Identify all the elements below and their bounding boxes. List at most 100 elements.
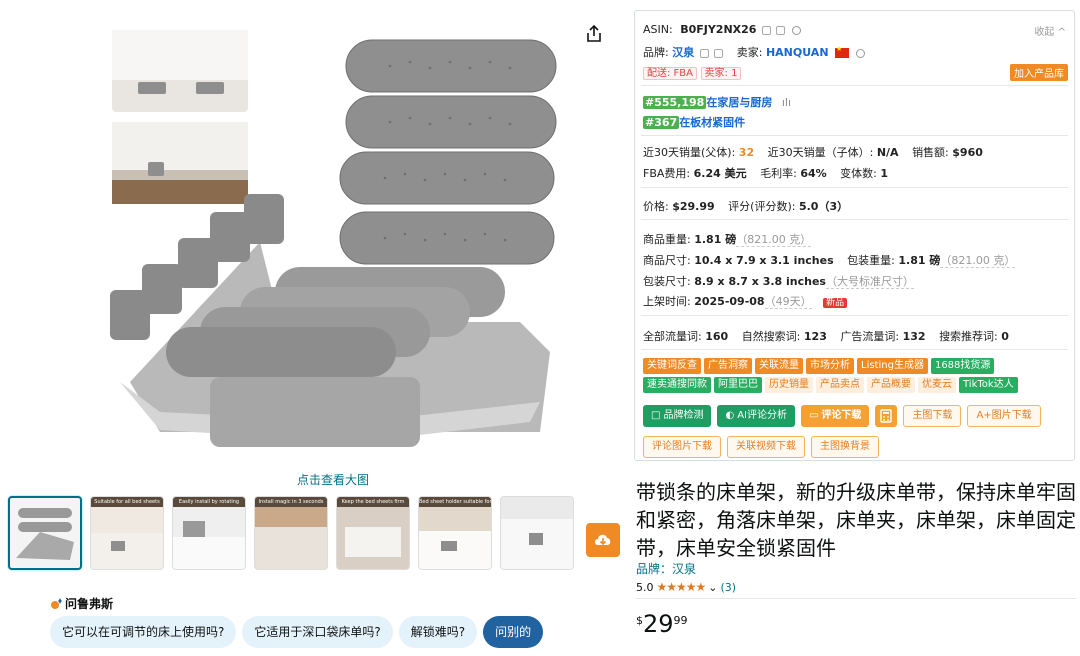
dims-row: 商品尺寸: 10.4 x 7.9 x 3.1 inches 包装重量: 1.81… [643, 252, 1016, 268]
thumbnail-3[interactable]: Easily install by rotating [172, 496, 246, 570]
external-link-icon[interactable] [714, 48, 724, 58]
tool-market-analysis[interactable]: 市场分析 [806, 358, 854, 374]
tool-tiktok-creator[interactable]: TikTok达人 [959, 377, 1018, 393]
rufus-chip-ask-other[interactable]: 问别的 [483, 616, 544, 648]
rufus-chip-unlock[interactable]: 解锁难吗? [398, 616, 478, 648]
tool-related-traffic[interactable]: 关联流量 [755, 358, 803, 374]
brand-seller-row: 品牌: 汉泉 卖家: HANQUAN [643, 44, 865, 60]
download-images-button[interactable] [586, 523, 620, 557]
tool-listing-generator[interactable]: Listing生成器 [857, 358, 928, 374]
tool-history-sales[interactable]: 历史销量 [765, 377, 813, 393]
rufus-chip-adjustable-bed[interactable]: 它可以在可调节的床上使用吗? [50, 616, 237, 648]
thumbnail-2[interactable]: Suitable for all bed sheets [90, 496, 164, 570]
rufus-chip-deep-pocket[interactable]: 它适用于深口袋床单吗? [242, 616, 393, 648]
thumbnail-7[interactable] [500, 496, 574, 570]
thumbnail-caption: Bed sheet holder suitable for all sheet … [419, 497, 491, 507]
revenue-label: 销售额: [912, 146, 949, 159]
tool-product-overview[interactable]: 产品概要 [867, 377, 915, 393]
review-count-link[interactable]: (3) [721, 581, 737, 594]
divider [641, 349, 1068, 350]
thumbnail-caption: Keep the bed sheets firm [337, 497, 409, 507]
tool-youmaiyun[interactable]: 优麦云 [918, 377, 956, 393]
dims-value: 10.4 x 7.9 x 3.1 inches [694, 254, 834, 267]
review-download-button[interactable]: ▭ 评论下载 [800, 405, 870, 427]
divider [641, 135, 1068, 136]
kw-all-label: 全部流量词: [643, 330, 702, 343]
tool-1688-source[interactable]: 1688找货源 [930, 358, 995, 374]
kw-ads-value[interactable]: 132 [903, 330, 926, 343]
star-rating-icon[interactable]: ★★★★★ [657, 580, 707, 594]
revenue-value: $960 [952, 146, 983, 159]
rating-label: 评分(评分数): [728, 200, 796, 213]
price-display: $ 29 99 [636, 610, 688, 638]
comment-icon: ▭ [808, 410, 819, 421]
tool-aliexpress-same[interactable]: 速卖通搜同款 [643, 377, 711, 393]
kw-all-value[interactable]: 160 [705, 330, 728, 343]
rank-row-1: #555,198 在家居与厨房 ılı [643, 94, 791, 110]
brand-label: 品牌: [643, 46, 669, 59]
thumbnail-4[interactable]: Install magic in 3 seconds [254, 496, 328, 570]
chevron-down-icon[interactable]: ⌄ [708, 581, 717, 594]
sales-parent-label: 近30天销量(父体): [643, 146, 736, 159]
collapse-toggle[interactable]: 收起 ^ [1034, 23, 1066, 38]
rank-category[interactable]: 在板材紧固件 [679, 116, 745, 129]
sales-row: 近30天销量(父体): 32 近30天销量（子体）: N/A 销售额: $960 [643, 144, 983, 160]
divider [636, 598, 1076, 599]
aplus-image-download-button[interactable]: A+图片下载 [967, 405, 1041, 427]
zoom-image-link[interactable]: 点击查看大图 [297, 471, 369, 488]
sales-child-value: N/A [876, 146, 899, 159]
ask-rufus-title: 问鲁弗斯 [50, 595, 113, 612]
dims-label: 商品尺寸: [643, 254, 691, 267]
copy-alt-icon[interactable] [776, 25, 786, 35]
ai-review-analysis-button[interactable]: ◐ AI评论分析 [717, 405, 795, 427]
rank-badge: #367 [643, 116, 680, 129]
tool-keyword-reverse[interactable]: 关键词反查 [643, 358, 701, 374]
kw-rec-label: 搜索推荐词: [939, 330, 998, 343]
brand-check-label: 品牌检测 [663, 410, 704, 421]
location-icon[interactable] [791, 25, 801, 35]
main-image-background-button[interactable]: 主图换背景 [811, 436, 879, 458]
pkg-weight-grams: （821.00 克） [940, 254, 1016, 268]
weight-label: 商品重量: [643, 233, 691, 246]
thumbnail-6[interactable]: Bed sheet holder suitable for all sheet … [418, 496, 492, 570]
keywords-row: 全部流量词: 160 自然搜索词: 123 广告流量词: 132 搜索推荐词: … [643, 328, 1009, 344]
brand-value[interactable]: 汉泉 [672, 46, 694, 59]
ask-rufus-label: 问鲁弗斯 [65, 597, 114, 611]
product-title: 带锁条的床单架，新的升级床单带，保持床单牢固和紧密，角落床单架，床单夹，床单架，… [636, 480, 1076, 560]
share-icon[interactable] [584, 24, 604, 44]
main-product-image[interactable] [100, 22, 570, 462]
inset-photo-top [112, 30, 248, 112]
add-to-library-button[interactable]: 加入产品库 [1010, 64, 1068, 81]
sales-child-label: 近30天销量（子体）: [767, 146, 874, 159]
copy-icon[interactable] [761, 25, 771, 35]
tool-alibaba[interactable]: 阿里巴巴 [714, 377, 762, 393]
weight-grams: （821.00 克） [736, 233, 812, 247]
related-video-download-button[interactable]: 关联视频下载 [727, 436, 805, 458]
asin-row: ASIN: B0FJY2NX26 [643, 23, 801, 36]
shipping-row: 配送: FBA 卖家: 1 [643, 64, 742, 80]
seller-value[interactable]: HANQUAN [766, 46, 829, 59]
bar-chart-icon[interactable]: ılı [782, 96, 791, 109]
margin-label: 毛利率: [760, 167, 797, 180]
brand-check-button[interactable]: □ 品牌检测 [643, 405, 712, 427]
action-buttons-row-1: □ 品牌检测 ◐ AI评论分析 ▭ 评论下载 主图下载 A+图片下载 [643, 405, 1041, 427]
main-image-download-button[interactable]: 主图下载 [903, 405, 962, 427]
thumbnail-1[interactable] [8, 496, 82, 570]
tool-selling-points[interactable]: 产品卖点 [816, 377, 864, 393]
kw-natural-value[interactable]: 123 [804, 330, 827, 343]
listed-label: 上架时间: [643, 295, 691, 308]
kw-rec-value[interactable]: 0 [1001, 330, 1009, 343]
divider [641, 85, 1068, 86]
brand-store-link[interactable]: 品牌：汉泉 [636, 560, 696, 577]
thumbnail-5[interactable]: Keep the bed sheets firm [336, 496, 410, 570]
copy-icon[interactable] [699, 48, 709, 58]
calculator-icon[interactable] [875, 405, 898, 427]
location-icon[interactable] [855, 48, 865, 58]
review-image-download-button[interactable]: 评论图片下载 [643, 436, 721, 458]
tool-ad-insight[interactable]: 广告洞察 [704, 358, 752, 374]
divider [641, 219, 1068, 220]
tool-tags-row-2: 速卖通搜同款 阿里巴巴 历史销量 产品卖点 产品概要 优麦云 TikTok达人 [643, 377, 1018, 393]
rank-category[interactable]: 在家居与厨房 [706, 96, 772, 109]
asin-value[interactable]: B0FJY2NX26 [680, 23, 756, 36]
margin-value: 64% [800, 167, 827, 180]
